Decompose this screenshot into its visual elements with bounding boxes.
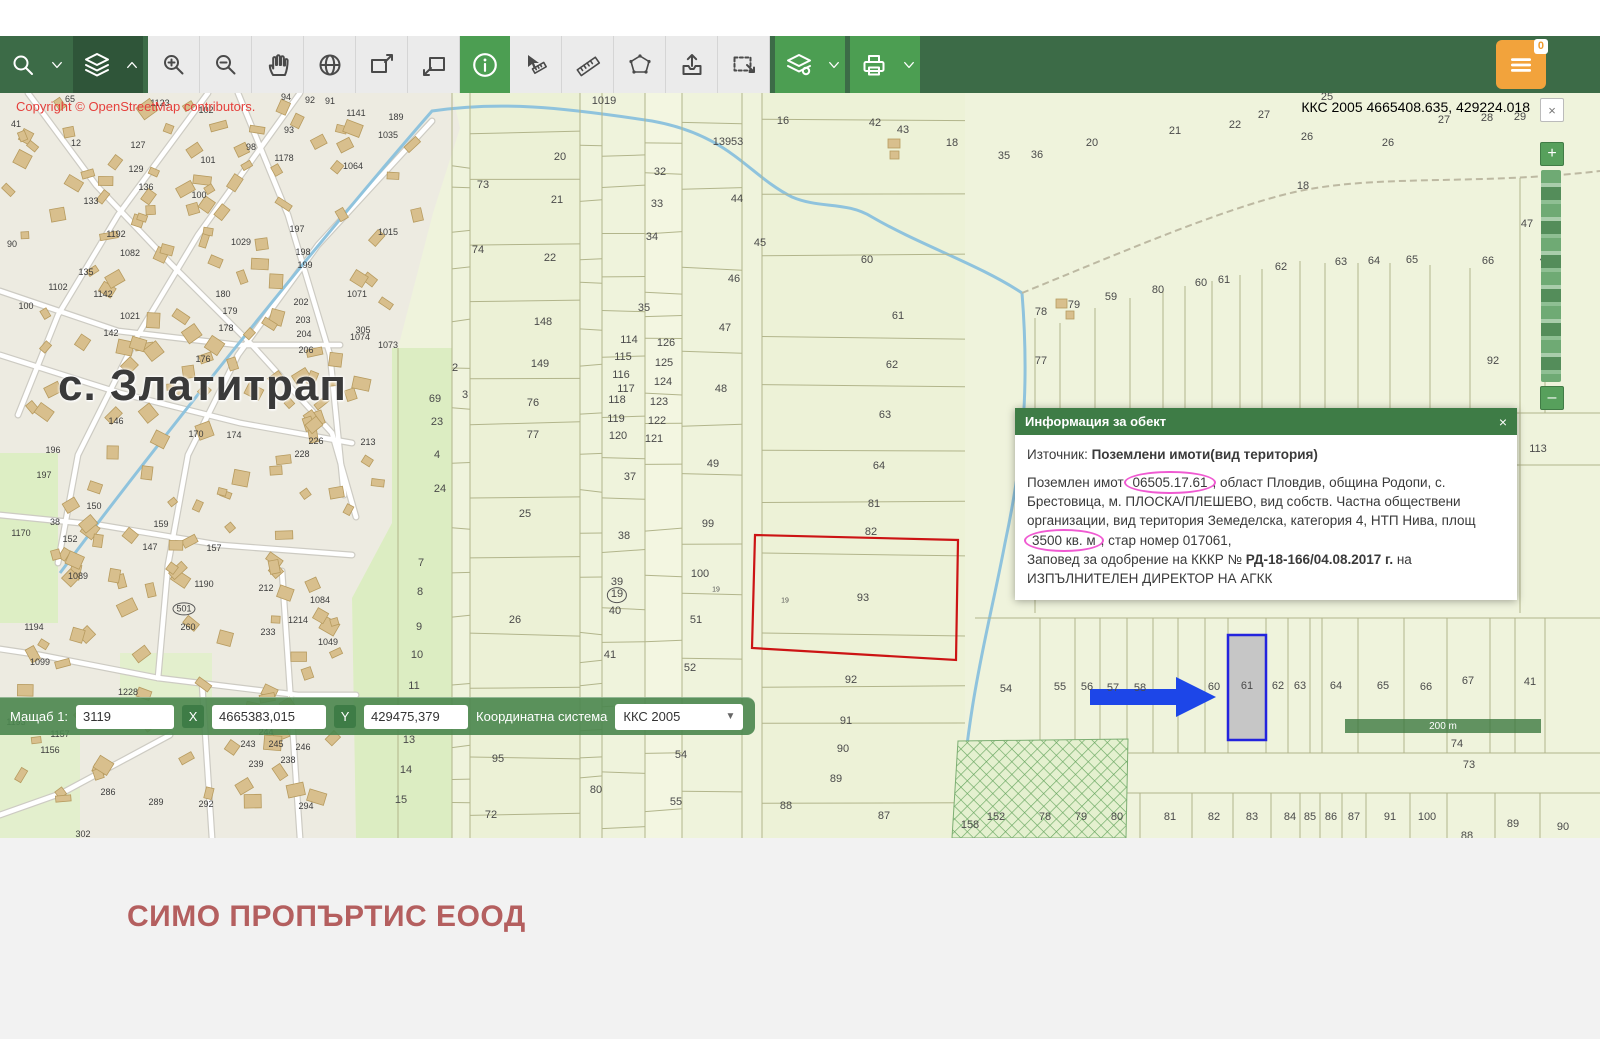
zoom-slider[interactable] xyxy=(1541,170,1561,382)
orchard-area xyxy=(952,739,1128,838)
zoom-extent-button[interactable] xyxy=(356,36,408,93)
area-annotation: 3500 кв. м xyxy=(1024,529,1104,552)
selected-parcel[interactable] xyxy=(1228,635,1266,740)
y-label: Y xyxy=(334,705,356,728)
chevron-down-icon: ▼ xyxy=(726,711,736,722)
identify-button[interactable] xyxy=(460,36,510,93)
layers-button[interactable] xyxy=(73,36,121,93)
order-text: Заповед за одобрение на КККР № xyxy=(1027,552,1246,567)
popup-title: Информация за обект xyxy=(1025,414,1166,429)
menu-button[interactable]: 0 xyxy=(1496,40,1546,89)
map-canvas[interactable]: 1642431835362021222725261826272829472032… xyxy=(0,93,1600,838)
coordinate-bar: Мащаб 1: X Y Координатна система ККС 200… xyxy=(0,697,755,735)
scale-label: Мащаб 1: xyxy=(10,709,68,724)
zoom-out-icon xyxy=(213,52,239,78)
scale-bar-label: 200 m xyxy=(1429,721,1457,732)
ruler-icon xyxy=(575,52,601,78)
measure-distance-button[interactable] xyxy=(562,36,614,93)
search-icon xyxy=(10,52,36,78)
chevron-down-icon xyxy=(901,57,917,73)
main-toolbar: 0 xyxy=(0,36,1600,93)
zoom-out-button[interactable] xyxy=(200,36,252,93)
coordinate-readout: ККС 2005 4665408.635, 429224.018 xyxy=(1301,99,1530,115)
popup-close-button[interactable]: × xyxy=(1499,414,1507,430)
layers-icon xyxy=(84,52,110,78)
x-input[interactable] xyxy=(212,705,326,729)
source-value: Поземлени имоти(вид територия) xyxy=(1092,447,1318,462)
menu-icon xyxy=(1507,51,1535,79)
layers-info-icon xyxy=(786,52,812,78)
layer-visibility-button[interactable] xyxy=(775,36,823,93)
village-name-label: с. Златитрап xyxy=(58,361,347,411)
polygon-area-icon xyxy=(627,52,653,78)
print-button[interactable] xyxy=(850,36,898,93)
chevron-down-icon xyxy=(49,57,65,73)
scale-bar: 200 m xyxy=(1345,719,1541,733)
parcel-text: Поземлен имот xyxy=(1027,475,1127,490)
measure-area-button[interactable] xyxy=(614,36,666,93)
scale-input[interactable] xyxy=(76,705,174,729)
x-label: X xyxy=(182,705,204,728)
upload-icon xyxy=(679,52,705,78)
layers-collapse-button[interactable] xyxy=(121,36,143,93)
measure-select-icon xyxy=(523,52,549,78)
dashed-select-icon xyxy=(731,52,757,78)
print-icon xyxy=(861,52,887,78)
chevron-down-icon xyxy=(826,57,842,73)
crs-selected-value: ККС 2005 xyxy=(623,709,680,724)
previous-extent-icon xyxy=(421,52,447,78)
pan-hand-icon xyxy=(265,52,291,78)
map-controls: × + – xyxy=(1540,98,1564,410)
parcel-id-annotation: 06505.17.61 xyxy=(1124,471,1215,494)
upload-button[interactable] xyxy=(666,36,718,93)
previous-extent-button[interactable] xyxy=(408,36,460,93)
menu-badge: 0 xyxy=(1534,39,1548,54)
company-name: СИМО ПРОПЪРТИС ЕООД xyxy=(127,900,526,934)
crs-label: Координатна система xyxy=(476,709,607,724)
y-input[interactable] xyxy=(364,705,468,729)
zoom-out-control[interactable]: – xyxy=(1540,386,1564,410)
zoom-extent-icon xyxy=(369,52,395,78)
globe-button[interactable] xyxy=(304,36,356,93)
top-strip xyxy=(0,0,1600,36)
search-dropdown-button[interactable] xyxy=(46,36,68,93)
layer-visibility-dropdown[interactable] xyxy=(823,36,845,93)
zoom-in-control[interactable]: + xyxy=(1540,142,1564,166)
source-label: Източник: xyxy=(1027,447,1092,462)
zoom-in-icon xyxy=(161,52,187,78)
chevron-up-icon xyxy=(124,57,140,73)
map-copyright: Copyright © OpenStreetMap contributors. xyxy=(16,99,255,114)
print-dropdown[interactable] xyxy=(898,36,920,93)
measure-select-button[interactable] xyxy=(510,36,562,93)
region-select-button[interactable] xyxy=(718,36,770,93)
popup-body: Източник: Поземлени имоти(вид територия)… xyxy=(1015,435,1517,600)
page-footer: СИМО ПРОПЪРТИС ЕООД xyxy=(0,838,1600,1039)
search-button[interactable] xyxy=(0,36,46,93)
globe-icon xyxy=(317,52,343,78)
parcel-text: , стар номер 017061, xyxy=(1101,533,1232,548)
zoom-in-button[interactable] xyxy=(148,36,200,93)
crs-select[interactable]: ККС 2005 ▼ xyxy=(615,704,743,730)
map-close-button[interactable]: × xyxy=(1540,98,1564,122)
object-info-popup: Информация за обект × Източник: Поземлен… xyxy=(1015,408,1517,600)
info-icon xyxy=(471,51,499,79)
pan-button[interactable] xyxy=(252,36,304,93)
order-number: РД-18-166/04.08.2017 г. xyxy=(1246,552,1393,567)
